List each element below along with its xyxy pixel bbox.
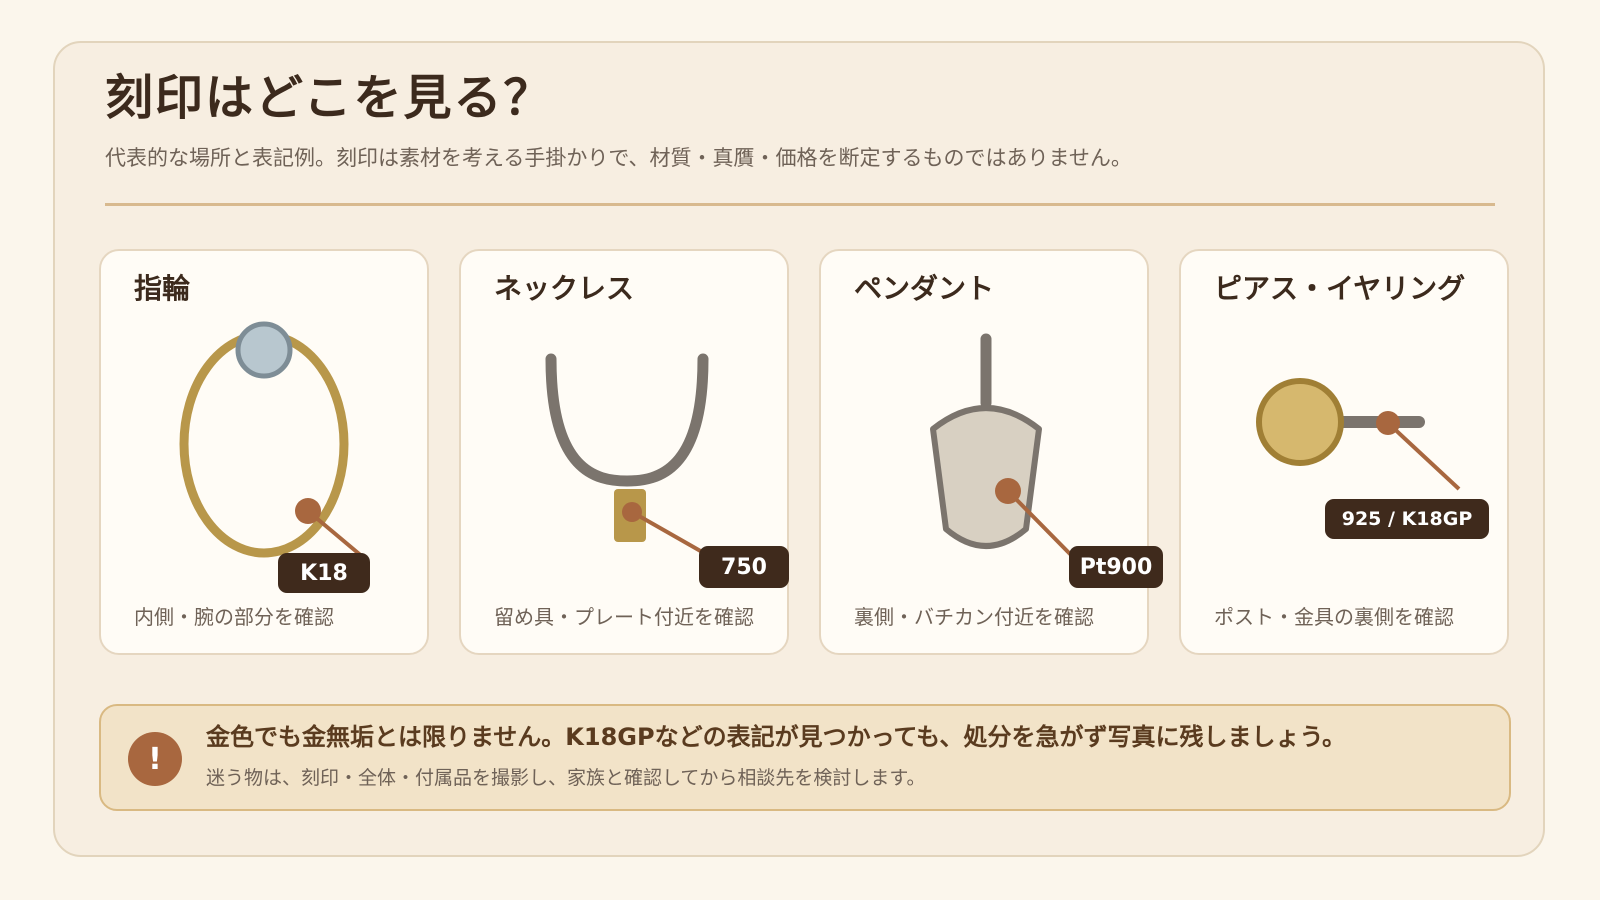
necklace-icon: [545, 353, 712, 559]
card-caption-pendant: 裏側・バチカン付近を確認: [854, 605, 1094, 629]
ring-icon: [179, 321, 366, 560]
exclamation-icon: !: [128, 732, 182, 786]
pendant-icon: [930, 333, 1075, 559]
stamp-badge-750: 750: [699, 546, 789, 588]
stamp-badge-k18: K18: [278, 553, 370, 593]
page-subtitle: 代表的な場所と表記例。刻印は素材を考える手掛かりで、材質・真贋・価格を断定するも…: [105, 146, 1132, 170]
divider: [105, 203, 1495, 206]
card-earring: ピアス・イヤリング 925 / K18GP ポスト・金具の裏側を確認: [1179, 249, 1509, 655]
card-title-ring: 指輪: [134, 272, 191, 305]
stamp-badge-pt900: Pt900: [1069, 546, 1163, 588]
page-title: 刻印はどこを見る？: [105, 70, 554, 126]
warning-notice: ! 金色でも金無垢とは限りません。K18GPなどの表記が見つかっても、処分を急が…: [99, 704, 1511, 811]
card-caption-ring: 内側・腕の部分を確認: [134, 605, 334, 629]
earring-icon: [1256, 378, 1461, 491]
card-title-pendant: ペンダント: [854, 272, 995, 305]
notice-sub-text: 迷う物は、刻印・全体・付属品を撮影し、家族と確認してから相談先を検討します。: [206, 767, 926, 789]
card-pendant: ペンダント Pt900 裏側・バチカン付近を確認: [819, 249, 1163, 655]
card-title-necklace: ネックレス: [494, 272, 635, 305]
card-title-earring: ピアス・イヤリング: [1214, 272, 1466, 305]
notice-main-text: 金色でも金無垢とは限りません。K18GPなどの表記が見つかっても、処分を急がず写…: [206, 723, 1347, 751]
card-necklace: ネックレス 750 留め具・プレート付近を確認: [459, 249, 789, 655]
card-caption-necklace: 留め具・プレート付近を確認: [494, 605, 754, 629]
stamp-badge-925-k18gp: 925 / K18GP: [1325, 499, 1489, 539]
card-ring: 指輪 K18 内側・腕の部分を確認: [99, 249, 429, 655]
card-caption-earring: ポスト・金具の裏側を確認: [1214, 605, 1454, 629]
